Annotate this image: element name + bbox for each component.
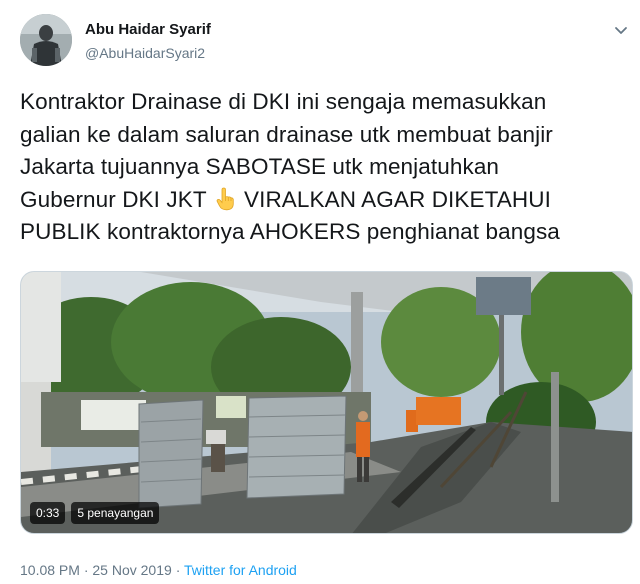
video-overlay: 0:33 5 penayangan [30, 502, 160, 524]
tweet-time[interactable]: 10.08 PM [20, 562, 80, 578]
tweet-line: galian ke dalam saluran drainase utk mem… [20, 121, 553, 147]
tweet-text: Kontraktor Drainase di DKI ini sengaja m… [20, 86, 620, 249]
tweet-card: Abu Haidar Syarif @AbuHaidarSyari2 Kontr… [0, 0, 640, 584]
chevron-down-icon[interactable] [614, 26, 628, 36]
separator: · [83, 562, 89, 578]
tweet-line-part: VIRALKAN AGAR DIKETAHUI [243, 186, 551, 212]
pointing-up-hand-icon [216, 187, 234, 210]
video-thumbnail [21, 272, 632, 533]
separator: · [175, 562, 181, 578]
tweet-line-with-emoji: Gubernur DKI JKT VIRALKAN AGAR DIKETAHUI [20, 184, 620, 217]
video-player[interactable]: 0:33 5 penayangan [20, 271, 633, 534]
avatar[interactable] [20, 14, 72, 66]
video-duration: 0:33 [30, 502, 66, 524]
tweet-date[interactable]: 25 Nov 2019 [92, 562, 171, 578]
tweet-source-link[interactable]: Twitter for Android [184, 562, 297, 578]
tweet-line: Kontraktor Drainase di DKI ini sengaja m… [20, 89, 547, 114]
tweet-footer: 10.08 PM · 25 Nov 2019 · Twitter for And… [20, 562, 297, 578]
tweet-line-part: Gubernur DKI JKT [20, 186, 207, 212]
video-views: 5 penayangan [71, 502, 160, 524]
tweet-line: Jakarta tujuannya SABOTASE utk menjatuhk… [20, 154, 500, 179]
author-name[interactable]: Abu Haidar Syarif [85, 21, 211, 38]
tweet-line: PUBLIK kontraktornya AHOKERS penghianat … [20, 219, 560, 244]
author-handle[interactable]: @AbuHaidarSyari2 [85, 45, 205, 61]
